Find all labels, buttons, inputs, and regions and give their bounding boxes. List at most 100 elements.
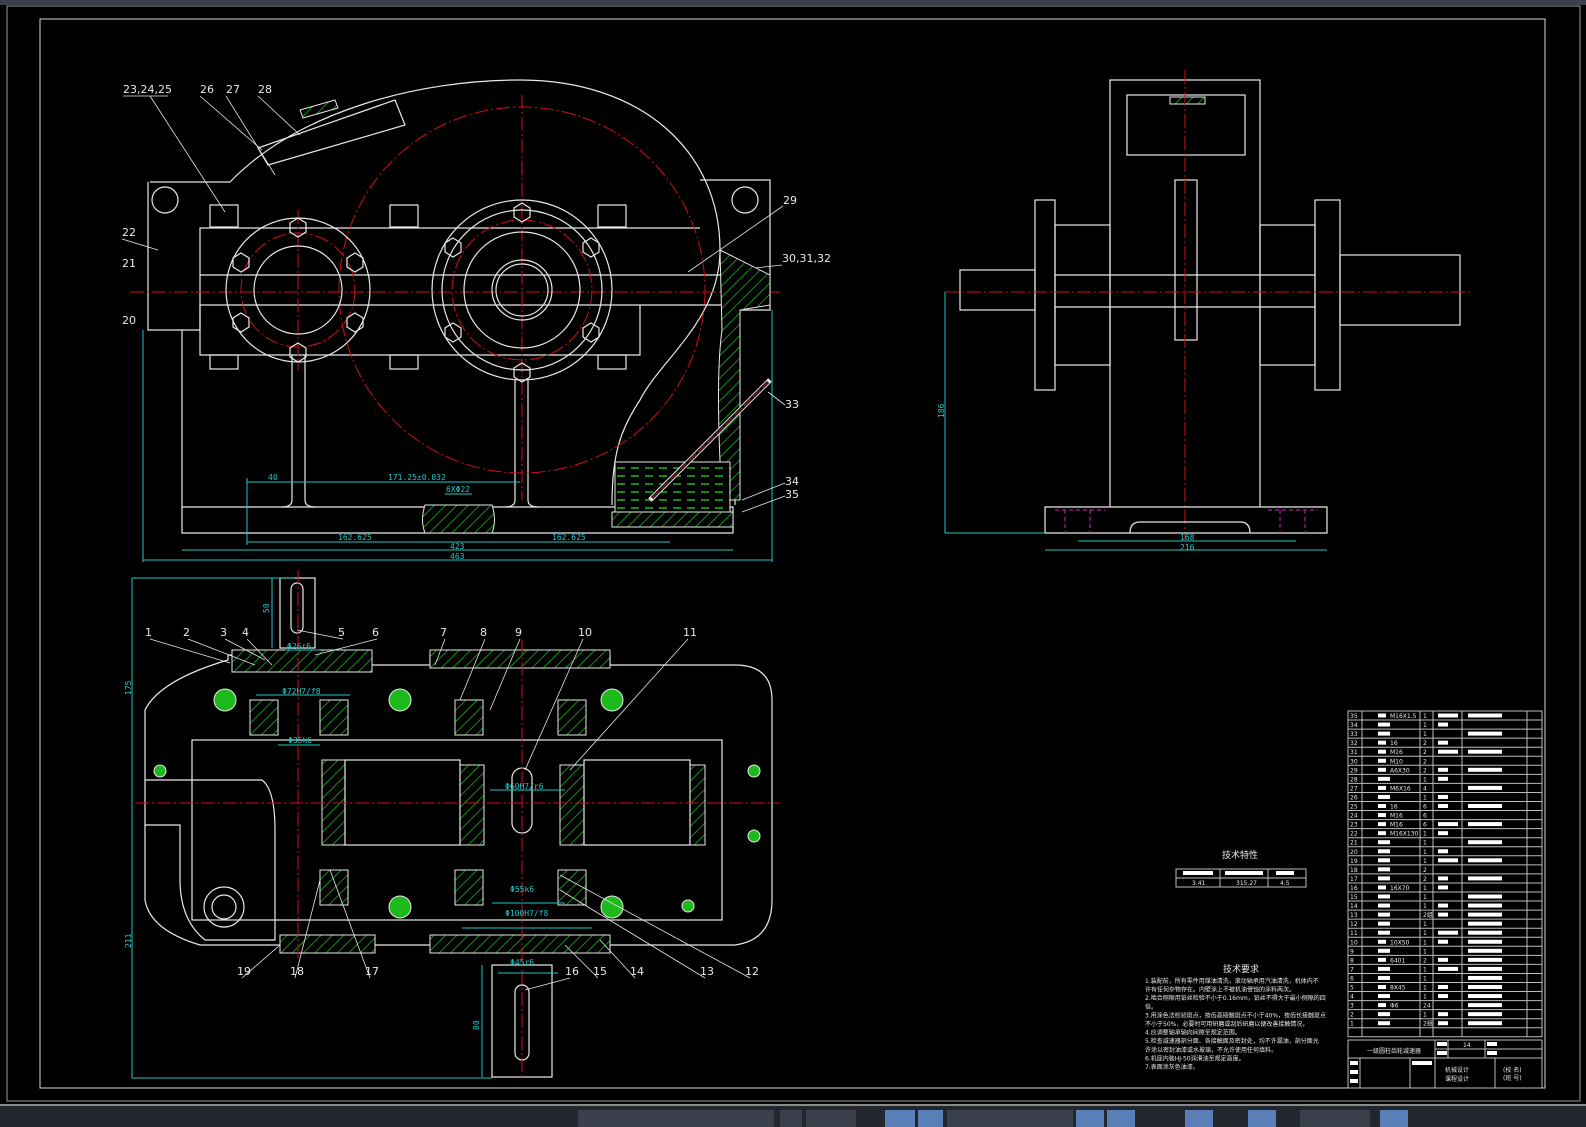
drawing-name: 一级圆柱齿轮减速器 (1367, 1047, 1421, 1055)
bom-qty: 6 (1423, 822, 1427, 829)
bom-name-redacted (1378, 813, 1386, 818)
dim-half-left: 162.625 (338, 533, 372, 542)
side-view: 186 168 216 (937, 70, 1470, 552)
bom-row: 8 6401 2 (1348, 957, 1542, 965)
spec-ratio: 4.5 (1280, 880, 1290, 887)
bom-qty: 2 (1423, 867, 1427, 874)
bom-qty: 1 (1423, 731, 1427, 738)
status-toggle-active[interactable] (1107, 1110, 1135, 1127)
course-type: 课程设计 (1445, 1075, 1469, 1083)
balloon-8: 8 (480, 626, 487, 639)
bom-row: 23 M16 6 (1348, 822, 1542, 830)
balloon-22: 22 (122, 226, 136, 239)
bom-name-redacted (1378, 767, 1386, 772)
bom-spec: 8X45 (1390, 985, 1406, 992)
drawing-canvas[interactable]: 40 171.25±0.032 6XΦ22 162.625 162.625 42… (0, 0, 1586, 1104)
bom-name-redacted (1378, 713, 1386, 718)
bom-material-redacted (1438, 831, 1448, 836)
bom-qty: 1 (1423, 985, 1427, 992)
bom-row: 14 1 (1348, 903, 1542, 911)
balloon-33: 33 (785, 398, 799, 411)
bom-no: 22 (1350, 831, 1358, 838)
bom-no: 32 (1350, 740, 1358, 747)
dim-80: 80 (472, 1020, 481, 1030)
bom-material-redacted (1438, 994, 1448, 999)
bom-no: 26 (1350, 794, 1358, 801)
dim-216: 216 (1180, 543, 1195, 552)
status-toggle[interactable] (780, 1110, 802, 1127)
bom-name-redacted (1378, 1003, 1386, 1008)
bom-no: 31 (1350, 749, 1358, 756)
status-field[interactable] (947, 1110, 1073, 1127)
bom-row: 28 1 (1348, 776, 1542, 784)
bom-remark-redacted (1468, 840, 1502, 845)
bom-qty: 1 (1423, 921, 1427, 928)
bom-row: 27 M6X16 4 (1348, 785, 1542, 793)
bom-no: 21 (1350, 840, 1358, 847)
bom-qty: 2 (1423, 767, 1427, 774)
balloon-21: 21 (122, 257, 136, 270)
status-toggle-active[interactable] (1380, 1110, 1408, 1127)
bom-material-redacted (1438, 903, 1448, 908)
dim-shaft-out: Φ45r6 (510, 958, 534, 967)
balloon-15: 15 (593, 965, 607, 978)
class-number: (班 号) (1503, 1074, 1522, 1082)
bom-remark-redacted (1468, 1003, 1502, 1008)
dim-211: 211 (124, 933, 133, 948)
bom-no: 15 (1350, 894, 1358, 901)
balloon-6: 6 (372, 626, 379, 639)
bom-row: 3 Φ6 24 (1348, 1003, 1542, 1011)
status-toggle-active[interactable] (1076, 1110, 1104, 1127)
status-field[interactable] (1300, 1110, 1370, 1127)
bom-name-redacted (1378, 740, 1386, 745)
bom-no: 9 (1350, 948, 1354, 955)
balloon-7: 7 (440, 626, 447, 639)
bom-material-redacted (1438, 713, 1458, 718)
bom-remark-redacted (1468, 939, 1502, 944)
bom-qty: 1 (1423, 894, 1427, 901)
bom-name-redacted (1378, 867, 1390, 872)
input-shaft-end (959, 269, 1036, 311)
bom-material-redacted (1438, 722, 1448, 727)
bom-name-redacted (1378, 849, 1390, 854)
bom-material-redacted (1438, 930, 1458, 935)
bom-name-redacted (1378, 1021, 1390, 1026)
dim-175: 175 (124, 680, 133, 695)
bom-no: 28 (1350, 776, 1358, 783)
tech-req-line: 倍。 (1145, 1003, 1157, 1011)
bom-no: 25 (1350, 804, 1358, 811)
bom-name-redacted (1378, 885, 1386, 890)
tech-req-line: 3.用涂色法检验斑点，按齿高接触斑点不小于40%，按齿长接触斑点 (1145, 1011, 1326, 1019)
school-name: (校 名) (1503, 1066, 1522, 1074)
bom-qty: 24 (1423, 1003, 1431, 1010)
dim-50: 50 (262, 603, 271, 613)
bom-no: 10 (1350, 939, 1358, 946)
dim-423: 423 (450, 542, 465, 551)
bom-remark-redacted (1468, 921, 1502, 926)
bom-row: 21 1 (1348, 840, 1542, 848)
bom-no: 23 (1350, 822, 1358, 829)
bom-remark-redacted (1468, 912, 1502, 917)
bom-no: 35 (1350, 713, 1358, 720)
tech-req-line: 许涂以密封油漆或水玻璃，不允许使用任何填料。 (1145, 1046, 1277, 1054)
bom-remark-redacted (1468, 930, 1502, 935)
status-field[interactable] (578, 1110, 774, 1127)
status-toggle-active[interactable] (885, 1110, 915, 1127)
bom-no: 8 (1350, 957, 1354, 964)
bom-name-redacted (1378, 731, 1390, 736)
status-toggle[interactable] (806, 1110, 856, 1127)
bom-row: 24 M16 6 (1348, 813, 1542, 821)
bom-qty: 1 (1423, 930, 1427, 937)
tech-req-title: 技术要求 (1223, 963, 1259, 975)
status-toggle-active[interactable] (918, 1110, 943, 1127)
bom-no: 30 (1350, 758, 1358, 765)
bom-row: 30 M10 2 (1348, 758, 1542, 766)
balloon-17: 17 (365, 965, 379, 978)
bom-qty: 1 (1423, 794, 1427, 801)
bom-remark-redacted (1468, 1012, 1502, 1017)
balloon-35: 35 (785, 488, 799, 501)
status-toggle-active[interactable] (1185, 1110, 1213, 1127)
bom-qty: 1 (1423, 840, 1427, 847)
status-toggle-active[interactable] (1248, 1110, 1276, 1127)
bom-remark-redacted (1468, 903, 1502, 908)
